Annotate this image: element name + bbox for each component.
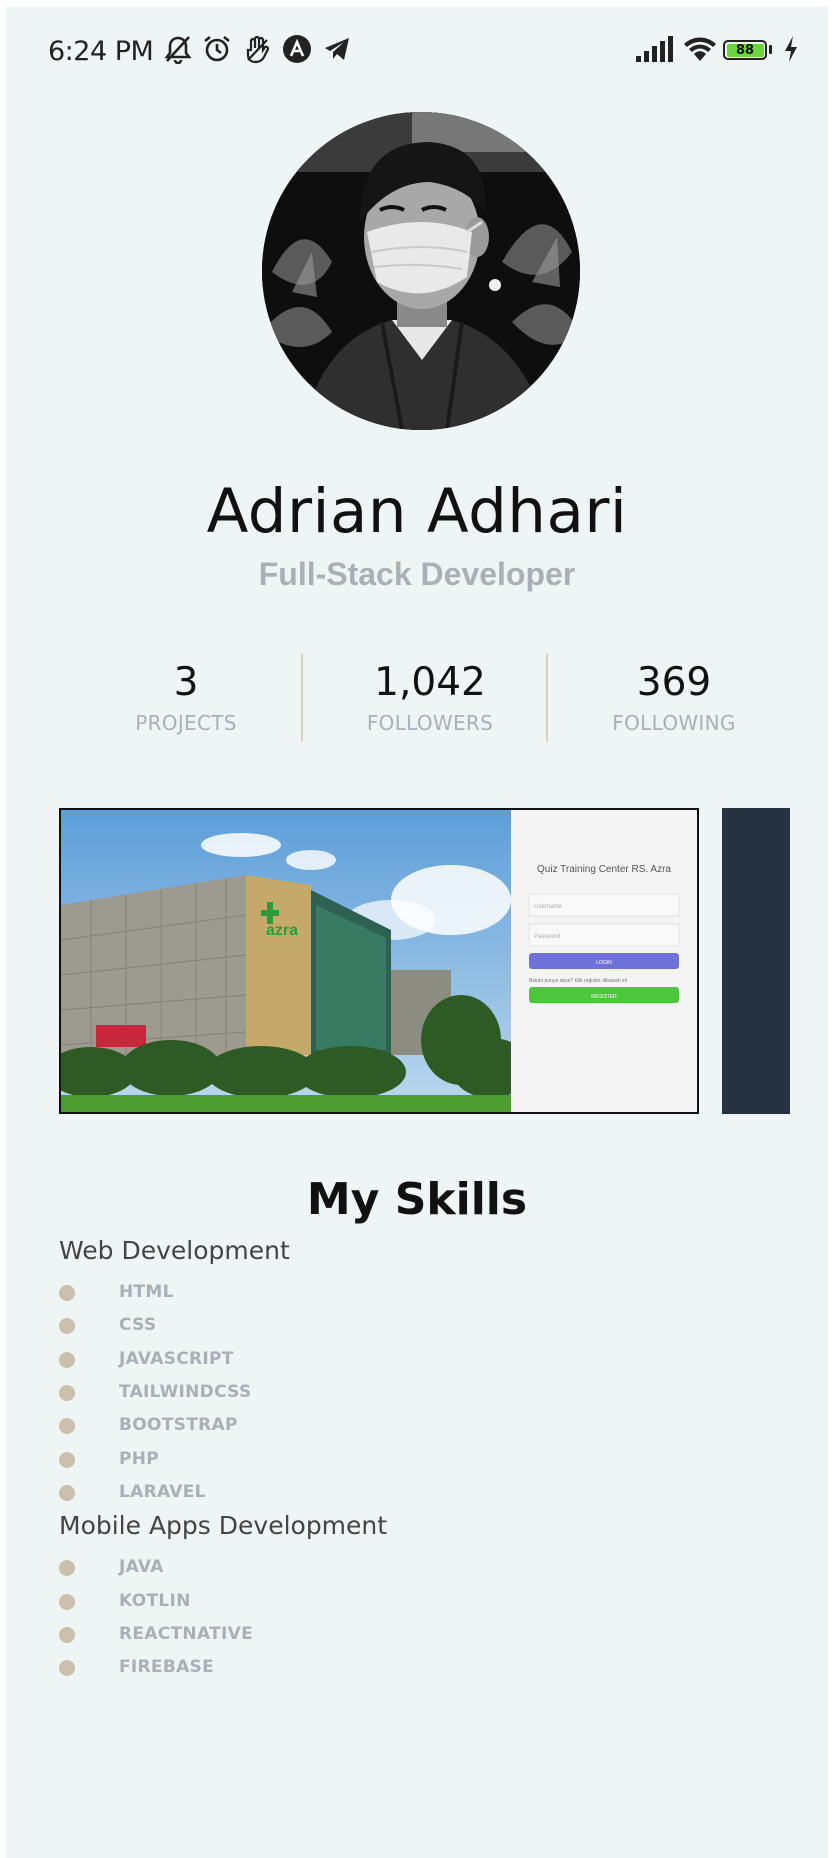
project-screenshot: azra Quiz Training Center RS. Azra Usern… <box>61 810 697 1112</box>
battery-tip <box>769 45 772 54</box>
login-title: Quiz Training Center RS. Azra <box>537 864 671 875</box>
skill-label: JAVA <box>119 1557 164 1577</box>
avatar-photo <box>262 112 580 430</box>
project-card-next[interactable] <box>722 808 790 1114</box>
app-a-icon <box>283 35 311 63</box>
skill-label: JAVASCRIPT <box>119 1349 234 1369</box>
skill-item: JAVA <box>59 1552 459 1582</box>
skill-label: KOTLIN <box>119 1591 191 1611</box>
skill-group-title: Web Development <box>59 1236 290 1265</box>
building-sign: azra <box>266 922 298 939</box>
stat-divider <box>546 654 548 742</box>
project-card[interactable]: azra Quiz Training Center RS. Azra Usern… <box>59 808 699 1114</box>
username-field[interactable]: Username <box>534 904 562 910</box>
skill-item: LARAVEL <box>59 1477 459 1507</box>
bullet <box>59 1285 75 1301</box>
bullet <box>59 1560 75 1576</box>
skill-label: REACTNATIVE <box>119 1624 253 1644</box>
stat-projects[interactable]: 3 PROJECTS <box>66 660 306 736</box>
stat-divider <box>301 654 303 742</box>
battery-level: 88 <box>726 43 764 57</box>
skill-label: TAILWINDCSS <box>119 1382 252 1402</box>
skill-item: JAVASCRIPT <box>59 1344 459 1374</box>
stat-label: FOLLOWING <box>612 711 736 735</box>
login-button[interactable]: LOGIN <box>596 960 612 966</box>
skill-label: CSS <box>119 1315 157 1335</box>
hand-icon <box>246 35 270 64</box>
skill-item: BOOTSTRAP <box>59 1410 459 1440</box>
skill-label: HTML <box>119 1282 174 1302</box>
stat-value: 3 <box>173 660 199 705</box>
bullet <box>59 1452 75 1468</box>
password-field[interactable]: Password <box>534 934 560 940</box>
skill-item: PHP <box>59 1444 459 1474</box>
status-bar: 6:24 PM 88 <box>6 6 828 67</box>
skill-group-title: Mobile Apps Development <box>59 1511 388 1540</box>
bullet <box>59 1485 75 1501</box>
telegram-icon <box>325 38 349 60</box>
battery-icon: 88 <box>723 40 767 60</box>
bullet <box>59 1594 75 1610</box>
status-time: 6:24 PM <box>48 36 154 67</box>
profile-name: Adrian Adhari <box>206 476 628 547</box>
skill-label: PHP <box>119 1449 160 1469</box>
stat-following[interactable]: 369 FOLLOWING <box>554 660 794 736</box>
stat-label: FOLLOWERS <box>366 711 494 735</box>
bullet <box>59 1385 75 1401</box>
register-button[interactable]: REGISTER <box>591 994 617 1000</box>
skill-item: REACTNATIVE <box>59 1619 459 1649</box>
bullet <box>59 1352 75 1368</box>
skill-item: KOTLIN <box>59 1586 459 1616</box>
bullet <box>59 1627 75 1643</box>
skill-item: HTML <box>59 1277 459 1307</box>
bell-off-icon <box>164 36 192 64</box>
charging-icon <box>785 36 797 62</box>
bullet <box>59 1418 75 1434</box>
stat-label: PROJECTS <box>135 711 237 735</box>
wifi-icon <box>684 37 716 61</box>
bullet <box>59 1660 75 1676</box>
skill-label: LARAVEL <box>119 1482 206 1502</box>
skill-item: FIREBASE <box>59 1652 459 1682</box>
stat-value: 1,042 <box>374 660 486 705</box>
stat-value: 369 <box>636 660 712 705</box>
alarm-icon <box>204 35 230 62</box>
stat-followers[interactable]: 1,042 FOLLOWERS <box>310 660 550 736</box>
skills-title: My Skills <box>306 1174 528 1225</box>
signal-icon <box>636 36 673 62</box>
profile-screen: 6:24 PM 88 Adrian Adhari Full-Stack Deve… <box>6 6 828 1858</box>
skill-item: CSS <box>59 1310 459 1340</box>
skill-label: BOOTSTRAP <box>119 1415 238 1435</box>
skill-item: TAILWINDCSS <box>59 1377 459 1407</box>
bullet <box>59 1318 75 1334</box>
profile-role: Full-Stack Developer <box>258 556 576 592</box>
register-hint: Belum punya akun? Klik register dibawah … <box>529 978 627 984</box>
skill-label: FIREBASE <box>119 1657 215 1677</box>
avatar <box>262 112 580 430</box>
